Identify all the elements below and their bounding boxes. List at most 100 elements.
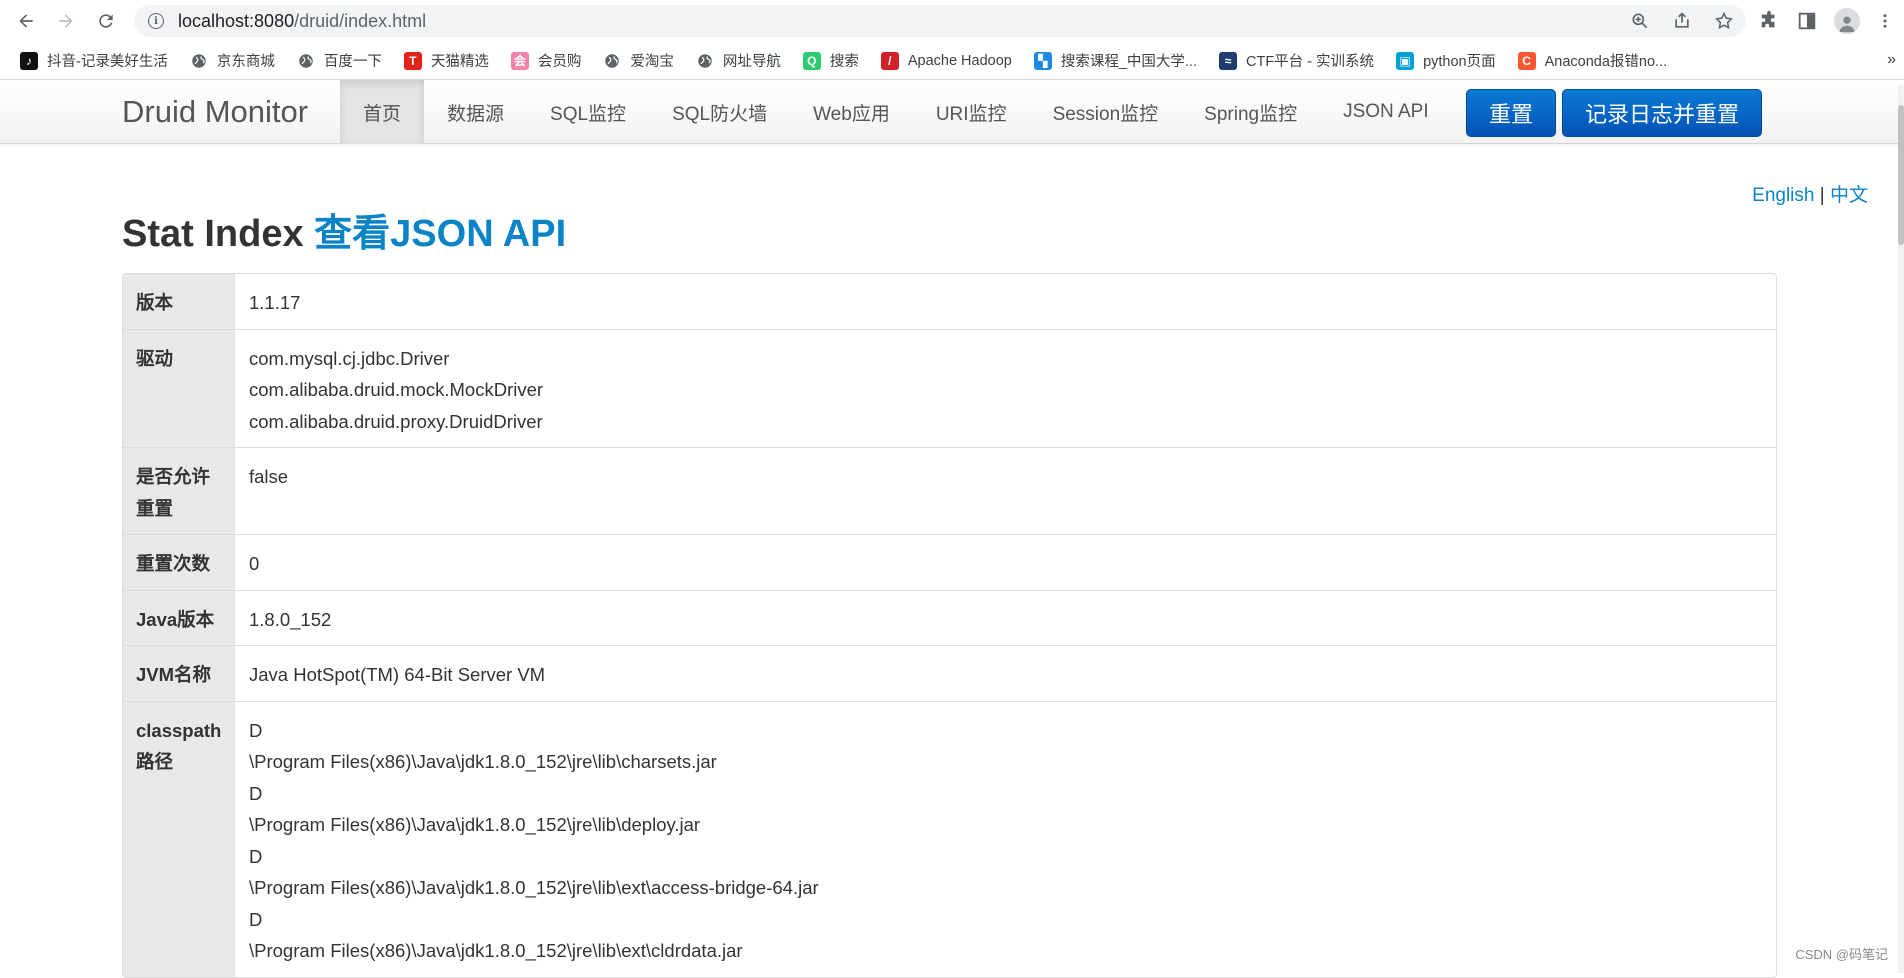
- profile-avatar[interactable]: [1834, 8, 1860, 34]
- bookmark-label: Anaconda报错no...: [1545, 50, 1668, 71]
- stat-value-line: 1.8.0_152: [249, 604, 1762, 636]
- stat-row: JVM名称 Java HotSpot(TM) 64-Bit Server VM: [123, 645, 1776, 701]
- bookmark-label: Apache Hadoop: [908, 53, 1012, 69]
- person-icon: [1836, 12, 1858, 34]
- address-bar-actions: [1630, 5, 1734, 37]
- bookmark-label: python页面: [1423, 50, 1496, 71]
- nav-tab[interactable]: URI监控: [913, 80, 1030, 144]
- stat-row: classpath路径D\Program Files(x86)\Java\jdk…: [123, 701, 1776, 977]
- zoom-icon[interactable]: [1630, 11, 1650, 31]
- stat-value-line: false: [249, 461, 1762, 493]
- stat-value-line: D: [249, 841, 1762, 873]
- log-and-reset-button[interactable]: 记录日志并重置: [1562, 89, 1762, 137]
- stat-key: classpath路径: [123, 701, 235, 977]
- reset-button[interactable]: 重置: [1466, 89, 1556, 137]
- url-text[interactable]: localhost:8080/druid/index.html: [178, 11, 426, 32]
- stat-value-line: D: [249, 904, 1762, 936]
- bookmark-label: 会员购: [538, 50, 582, 71]
- star-icon[interactable]: [1714, 11, 1734, 31]
- globe-icon: [696, 52, 714, 70]
- view-json-api-link[interactable]: 查看JSON API: [314, 213, 566, 255]
- brand-title[interactable]: Druid Monitor: [122, 94, 308, 130]
- stat-value-line: com.mysql.cj.jdbc.Driver: [249, 343, 1762, 375]
- bookmarks-more-button[interactable]: »: [1887, 51, 1896, 69]
- lang-english-link[interactable]: English: [1752, 185, 1814, 206]
- bookmark-item[interactable]: C Anaconda报错no...: [1518, 50, 1668, 71]
- page-title-text: Stat Index: [122, 213, 304, 255]
- tiktok-icon: ♪: [20, 52, 38, 70]
- globe-icon: [297, 52, 315, 70]
- site-info-icon[interactable]: i: [148, 13, 164, 29]
- bookmark-item[interactable]: ♪抖音-记录美好生活: [20, 50, 168, 71]
- bookmark-label: 爱淘宝: [630, 50, 674, 71]
- stat-value-line: 1.1.17: [249, 287, 1762, 319]
- share-icon[interactable]: [1672, 11, 1692, 31]
- nav-tab[interactable]: JSON API: [1320, 80, 1452, 144]
- bookmark-item[interactable]: ▣ python页面: [1396, 50, 1496, 71]
- ctf-icon: ≈: [1219, 52, 1237, 70]
- stat-row: 是否允许重置 false: [123, 447, 1776, 534]
- bookmark-item[interactable]: 京东商城: [190, 50, 275, 71]
- bookmark-label: 京东商城: [217, 50, 275, 71]
- nav-tab[interactable]: SQL防火墙: [649, 80, 790, 144]
- bookmark-item[interactable]: / Apache Hadoop: [881, 52, 1012, 70]
- mooc-icon: ▚: [1034, 52, 1052, 70]
- nav-tab[interactable]: SQL监控: [527, 80, 649, 144]
- back-button[interactable]: [6, 0, 46, 42]
- lang-chinese-link[interactable]: 中文: [1830, 185, 1868, 206]
- address-bar[interactable]: i localhost:8080/druid/index.html: [134, 5, 1746, 37]
- bookmark-item[interactable]: ▚搜索课程_中国大学...: [1034, 50, 1197, 71]
- bilibili-icon: ▣: [1396, 52, 1414, 70]
- stat-value: 1.1.17: [235, 274, 1776, 329]
- arrow-left-icon: [16, 11, 36, 31]
- scrollbar-thumb[interactable]: [1898, 105, 1904, 245]
- bookmark-label: 天猫精选: [431, 50, 489, 71]
- extensions-icon[interactable]: [1758, 10, 1780, 32]
- bookmark-item[interactable]: 百度一下: [297, 50, 382, 71]
- stat-value-line: Java HotSpot(TM) 64-Bit Server VM: [249, 659, 1762, 691]
- watermark: CSDN @码笔记: [1795, 944, 1888, 963]
- stat-value-line: D: [249, 715, 1762, 747]
- bookmark-item[interactable]: 网址导航: [696, 50, 781, 71]
- stat-value-line: 0: [249, 548, 1762, 580]
- language-switch: English | 中文: [1752, 180, 1868, 207]
- bookmark-label: 网址导航: [723, 50, 781, 71]
- stat-key: 驱动: [123, 329, 235, 448]
- stat-key: JVM名称: [123, 645, 235, 701]
- bookmark-item[interactable]: Q搜索: [803, 50, 859, 71]
- kebab-menu-icon[interactable]: [1876, 10, 1894, 32]
- stat-value-line: D: [249, 778, 1762, 810]
- druid-navbar: Druid Monitor 首页数据源SQL监控SQL防火墙Web应用URI监控…: [0, 80, 1904, 144]
- stat-value: false: [235, 447, 1776, 534]
- bookmark-item[interactable]: T天猫精选: [404, 50, 489, 71]
- stat-value: D\Program Files(x86)\Java\jdk1.8.0_152\j…: [235, 701, 1776, 977]
- stat-value: com.mysql.cj.jdbc.Drivercom.alibaba.drui…: [235, 329, 1776, 448]
- stat-key: 是否允许重置: [123, 447, 235, 534]
- stat-value-line: \Program Files(x86)\Java\jdk1.8.0_152\jr…: [249, 809, 1762, 841]
- feather-icon: /: [881, 52, 899, 70]
- url-path: /druid/index.html: [294, 11, 426, 31]
- bookmark-item[interactable]: ≈ CTF平台 - 实训系统: [1219, 50, 1374, 71]
- stat-value-line: com.alibaba.druid.mock.MockDriver: [249, 374, 1762, 406]
- bookmark-label: 百度一下: [324, 50, 382, 71]
- bookmark-label: CTF平台 - 实训系统: [1246, 50, 1374, 71]
- nav-tab[interactable]: 数据源: [424, 80, 527, 144]
- csdn-icon: C: [1518, 52, 1536, 70]
- nav-tab[interactable]: Session监控: [1030, 80, 1182, 144]
- stat-index-table: 版本1.1.17驱动com.mysql.cj.jdbc.Drivercom.al…: [122, 273, 1777, 978]
- nav-menu: 首页数据源SQL监控SQL防火墙Web应用URI监控Session监控Sprin…: [340, 80, 1452, 144]
- forward-button[interactable]: [46, 0, 86, 42]
- stat-key: 版本: [123, 274, 235, 329]
- nav-tab[interactable]: Spring监控: [1181, 80, 1320, 144]
- stat-value: 0: [235, 534, 1776, 590]
- nav-tab[interactable]: 首页: [340, 80, 424, 144]
- bookmark-item[interactable]: 爱淘宝: [603, 50, 674, 71]
- reload-button[interactable]: [86, 0, 126, 42]
- stat-key: Java版本: [123, 590, 235, 646]
- page-title: Stat Index 查看JSON API: [122, 202, 566, 257]
- side-panel-icon[interactable]: [1796, 10, 1818, 32]
- stat-row: Java版本 1.8.0_152: [123, 590, 1776, 646]
- bookmark-item[interactable]: 会会员购: [511, 50, 582, 71]
- nav-tab[interactable]: Web应用: [790, 80, 913, 144]
- page-scrollbar[interactable]: [1898, 85, 1904, 973]
